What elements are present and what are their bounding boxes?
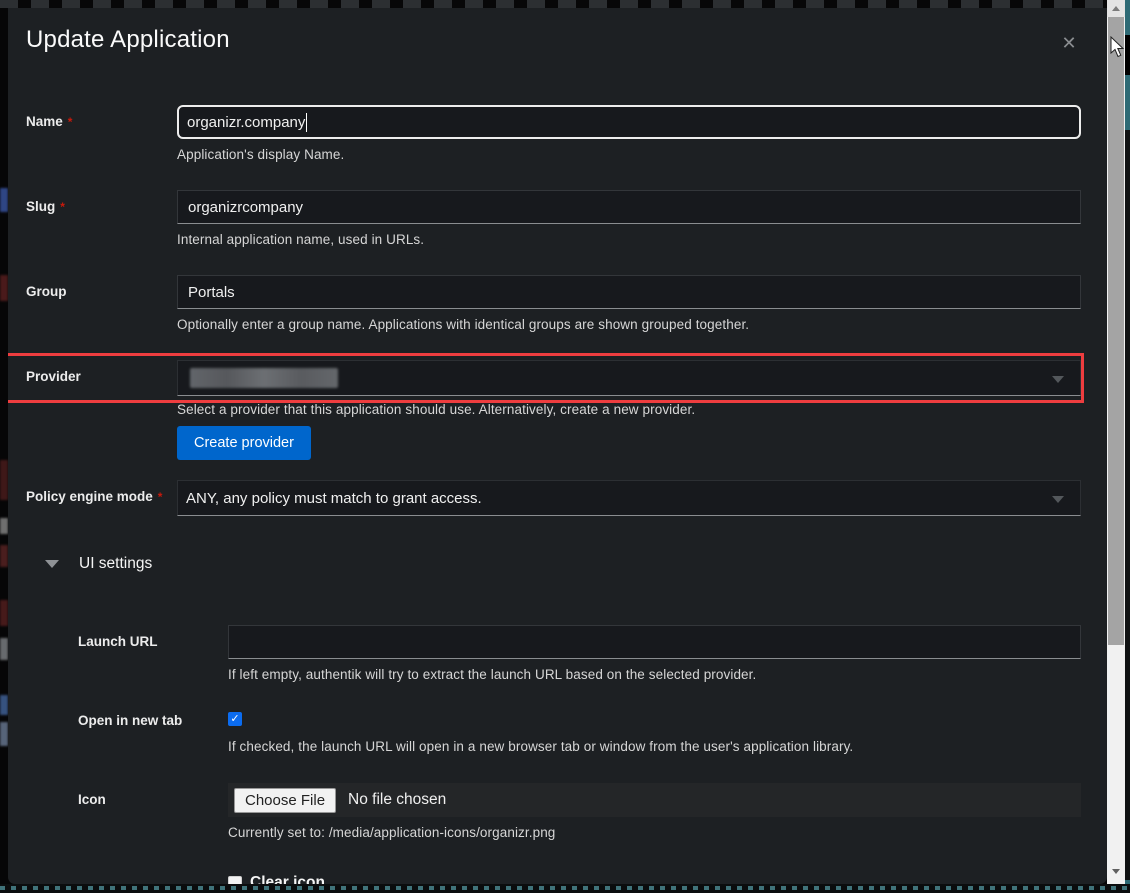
open-in-new-tab-checkbox[interactable] <box>228 712 242 726</box>
icon-label: Icon <box>78 783 228 840</box>
ui-settings-section-toggle[interactable]: UI settings <box>26 555 152 573</box>
ui-settings-section-label: UI settings <box>79 555 152 573</box>
icon-help: Currently set to: /media/application-ico… <box>228 825 1081 840</box>
chevron-down-icon <box>1052 496 1064 503</box>
name-help: Application's display Name. <box>177 147 1081 162</box>
open-in-new-tab-help: If checked, the launch URL will open in … <box>228 739 1081 754</box>
icon-row: Icon Choose File No file chosen Currentl… <box>78 783 1081 840</box>
policy-engine-mode-value: ANY, any policy must match to grant acce… <box>186 490 482 507</box>
required-marker: * <box>60 200 65 214</box>
launch-url-help: If left empty, authentik will try to ext… <box>228 667 1081 682</box>
open-in-new-tab-row: Open in new tab If checked, the launch U… <box>78 712 1081 754</box>
group-row: Group Optionally enter a group name. App… <box>26 275 1081 332</box>
name-label: Name* <box>26 105 177 162</box>
group-help: Optionally enter a group name. Applicati… <box>177 317 1081 332</box>
chevron-down-icon <box>45 560 59 568</box>
name-input[interactable]: organizr.company <box>177 105 1081 139</box>
text-caret <box>306 113 307 132</box>
page-title: Update Application <box>26 26 230 54</box>
background-fragment <box>0 460 8 500</box>
update-application-modal: Update Application ✕ Name* organizr.comp… <box>8 8 1107 884</box>
required-marker: * <box>158 490 163 504</box>
icon-file-input: Choose File No file chosen <box>228 783 1081 817</box>
slug-label: Slug* <box>26 190 177 247</box>
background-fragment <box>0 275 8 301</box>
slug-input[interactable] <box>177 190 1081 224</box>
group-input[interactable] <box>177 275 1081 309</box>
background-fragment <box>0 518 8 534</box>
policy-engine-mode-select[interactable]: ANY, any policy must match to grant acce… <box>177 480 1081 516</box>
provider-help: Select a provider that this application … <box>177 402 1081 417</box>
slug-row: Slug* Internal application name, used in… <box>26 190 1081 247</box>
provider-label: Provider <box>26 360 177 460</box>
clear-icon-label: Clear icon <box>250 874 325 884</box>
scroll-down-icon[interactable] <box>1107 862 1125 880</box>
open-in-new-tab-label: Open in new tab <box>78 712 228 754</box>
close-icon[interactable]: ✕ <box>1056 30 1082 56</box>
background-fragment <box>0 638 8 660</box>
window-right-edge <box>1125 0 1130 893</box>
background-fragment <box>0 695 8 715</box>
screen-top-edge <box>0 0 1107 8</box>
background-fragment <box>0 545 8 567</box>
vertical-scrollbar[interactable] <box>1107 0 1125 893</box>
chevron-down-icon <box>1052 376 1064 383</box>
launch-url-row: Launch URL If left empty, authentik will… <box>78 625 1081 682</box>
group-label: Group <box>26 275 177 332</box>
launch-url-input[interactable] <box>228 625 1081 659</box>
policy-engine-mode-label: Policy engine mode* <box>26 480 177 516</box>
clear-icon-checkbox[interactable] <box>228 876 242 884</box>
launch-url-label: Launch URL <box>78 625 228 682</box>
provider-row: Provider Select a provider that this app… <box>26 360 1081 460</box>
scroll-up-icon[interactable] <box>1107 0 1125 17</box>
create-provider-button[interactable]: Create provider <box>177 426 311 460</box>
slug-help: Internal application name, used in URLs. <box>177 232 1081 247</box>
provider-select[interactable] <box>177 360 1081 396</box>
screen-bottom-edge <box>0 884 1130 893</box>
background-fragment <box>0 722 8 746</box>
choose-file-button[interactable]: Choose File <box>234 788 336 813</box>
file-status-text: No file chosen <box>348 791 446 809</box>
name-row: Name* organizr.company Application's dis… <box>26 105 1081 162</box>
clear-icon-row: Clear icon <box>26 866 1081 884</box>
scrollbar-thumb[interactable] <box>1108 17 1124 645</box>
required-marker: * <box>68 115 73 129</box>
background-fragment <box>0 600 8 626</box>
background-fragment <box>0 188 8 212</box>
policy-engine-mode-row: Policy engine mode* ANY, any policy must… <box>26 480 1081 516</box>
redacted-provider-value <box>190 368 338 388</box>
